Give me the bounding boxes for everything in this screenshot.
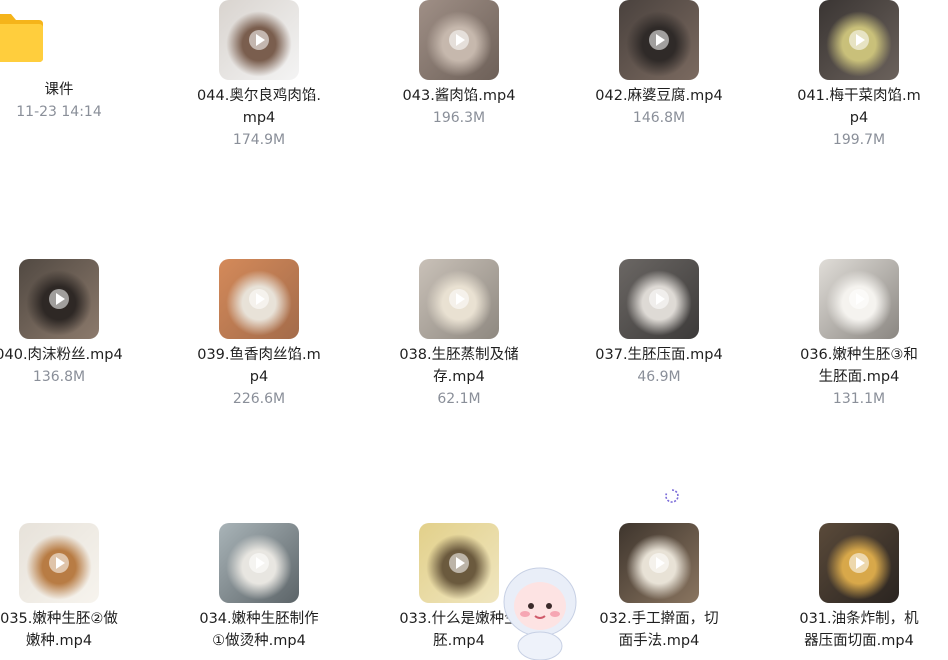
video-thumbnail[interactable] (19, 523, 99, 603)
play-icon (849, 553, 869, 573)
file-size: 146.8M (632, 110, 686, 126)
file-name: 043.酱肉馅.mp4 (402, 88, 516, 104)
assistant-mascot-icon[interactable] (500, 562, 578, 660)
file-size: 199.7M (832, 132, 886, 148)
file-name: 037.生胚压面.mp4 (595, 347, 723, 363)
file-size: 62.1M (437, 391, 481, 407)
video-thumbnail[interactable] (819, 0, 899, 80)
play-icon (449, 289, 469, 309)
file-name: 038.生胚蒸制及储 存.mp4 (399, 347, 519, 385)
play-icon (249, 30, 269, 50)
file-name: 035.嫩种生胚②做 嫩种.mp4 (0, 611, 118, 649)
video-thumbnail[interactable] (819, 259, 899, 339)
video-thumbnail[interactable] (419, 0, 499, 80)
folder-icon (0, 14, 43, 62)
play-icon (649, 30, 669, 50)
file-name: 041.梅干菜肉馅.m p4 (797, 88, 921, 126)
file-size: 174.9M (232, 132, 286, 148)
video-thumbnail[interactable] (619, 0, 699, 80)
play-icon (849, 289, 869, 309)
file-name: 032.手工擀面，切 面手法.mp4 (599, 611, 719, 649)
file-size: 131.1M (832, 391, 886, 407)
folder-name: 课件 (44, 82, 74, 98)
play-icon (849, 30, 869, 50)
loading-icon (665, 489, 679, 503)
file-name: 039.鱼香肉丝馅.m p4 (197, 347, 321, 385)
file-size: 46.9M (637, 369, 681, 385)
video-thumbnail[interactable] (419, 523, 499, 603)
play-icon (449, 30, 469, 50)
file-size: 226.6M (232, 391, 286, 407)
play-icon (249, 553, 269, 573)
file-name: 034.嫩种生胚制作 ①做烫种.mp4 (199, 611, 319, 649)
play-icon (49, 553, 69, 573)
file-size: 196.3M (432, 110, 486, 126)
video-thumbnail[interactable] (619, 523, 699, 603)
file-name: 031.油条炸制，机 器压面切面.mp4 (799, 611, 919, 649)
play-icon (649, 289, 669, 309)
video-thumbnail[interactable] (619, 259, 699, 339)
play-icon (249, 289, 269, 309)
file-size: 136.8M (32, 369, 86, 385)
play-icon (649, 553, 669, 573)
video-thumbnail[interactable] (219, 523, 299, 603)
video-thumbnail[interactable] (19, 259, 99, 339)
play-icon (449, 553, 469, 573)
video-thumbnail[interactable] (219, 0, 299, 80)
file-name: 042.麻婆豆腐.mp4 (595, 88, 723, 104)
file-name: 036.嫩种生胚③和 生胚面.mp4 (800, 347, 918, 385)
file-name: 040.肉沫粉丝.mp4 (0, 347, 123, 363)
file-name: 044.奥尔良鸡肉馅. mp4 (197, 88, 321, 126)
video-thumbnail[interactable] (819, 523, 899, 603)
video-thumbnail[interactable] (219, 259, 299, 339)
video-thumbnail[interactable] (419, 259, 499, 339)
folder-date: 11-23 14:14 (16, 104, 102, 120)
play-icon (49, 289, 69, 309)
